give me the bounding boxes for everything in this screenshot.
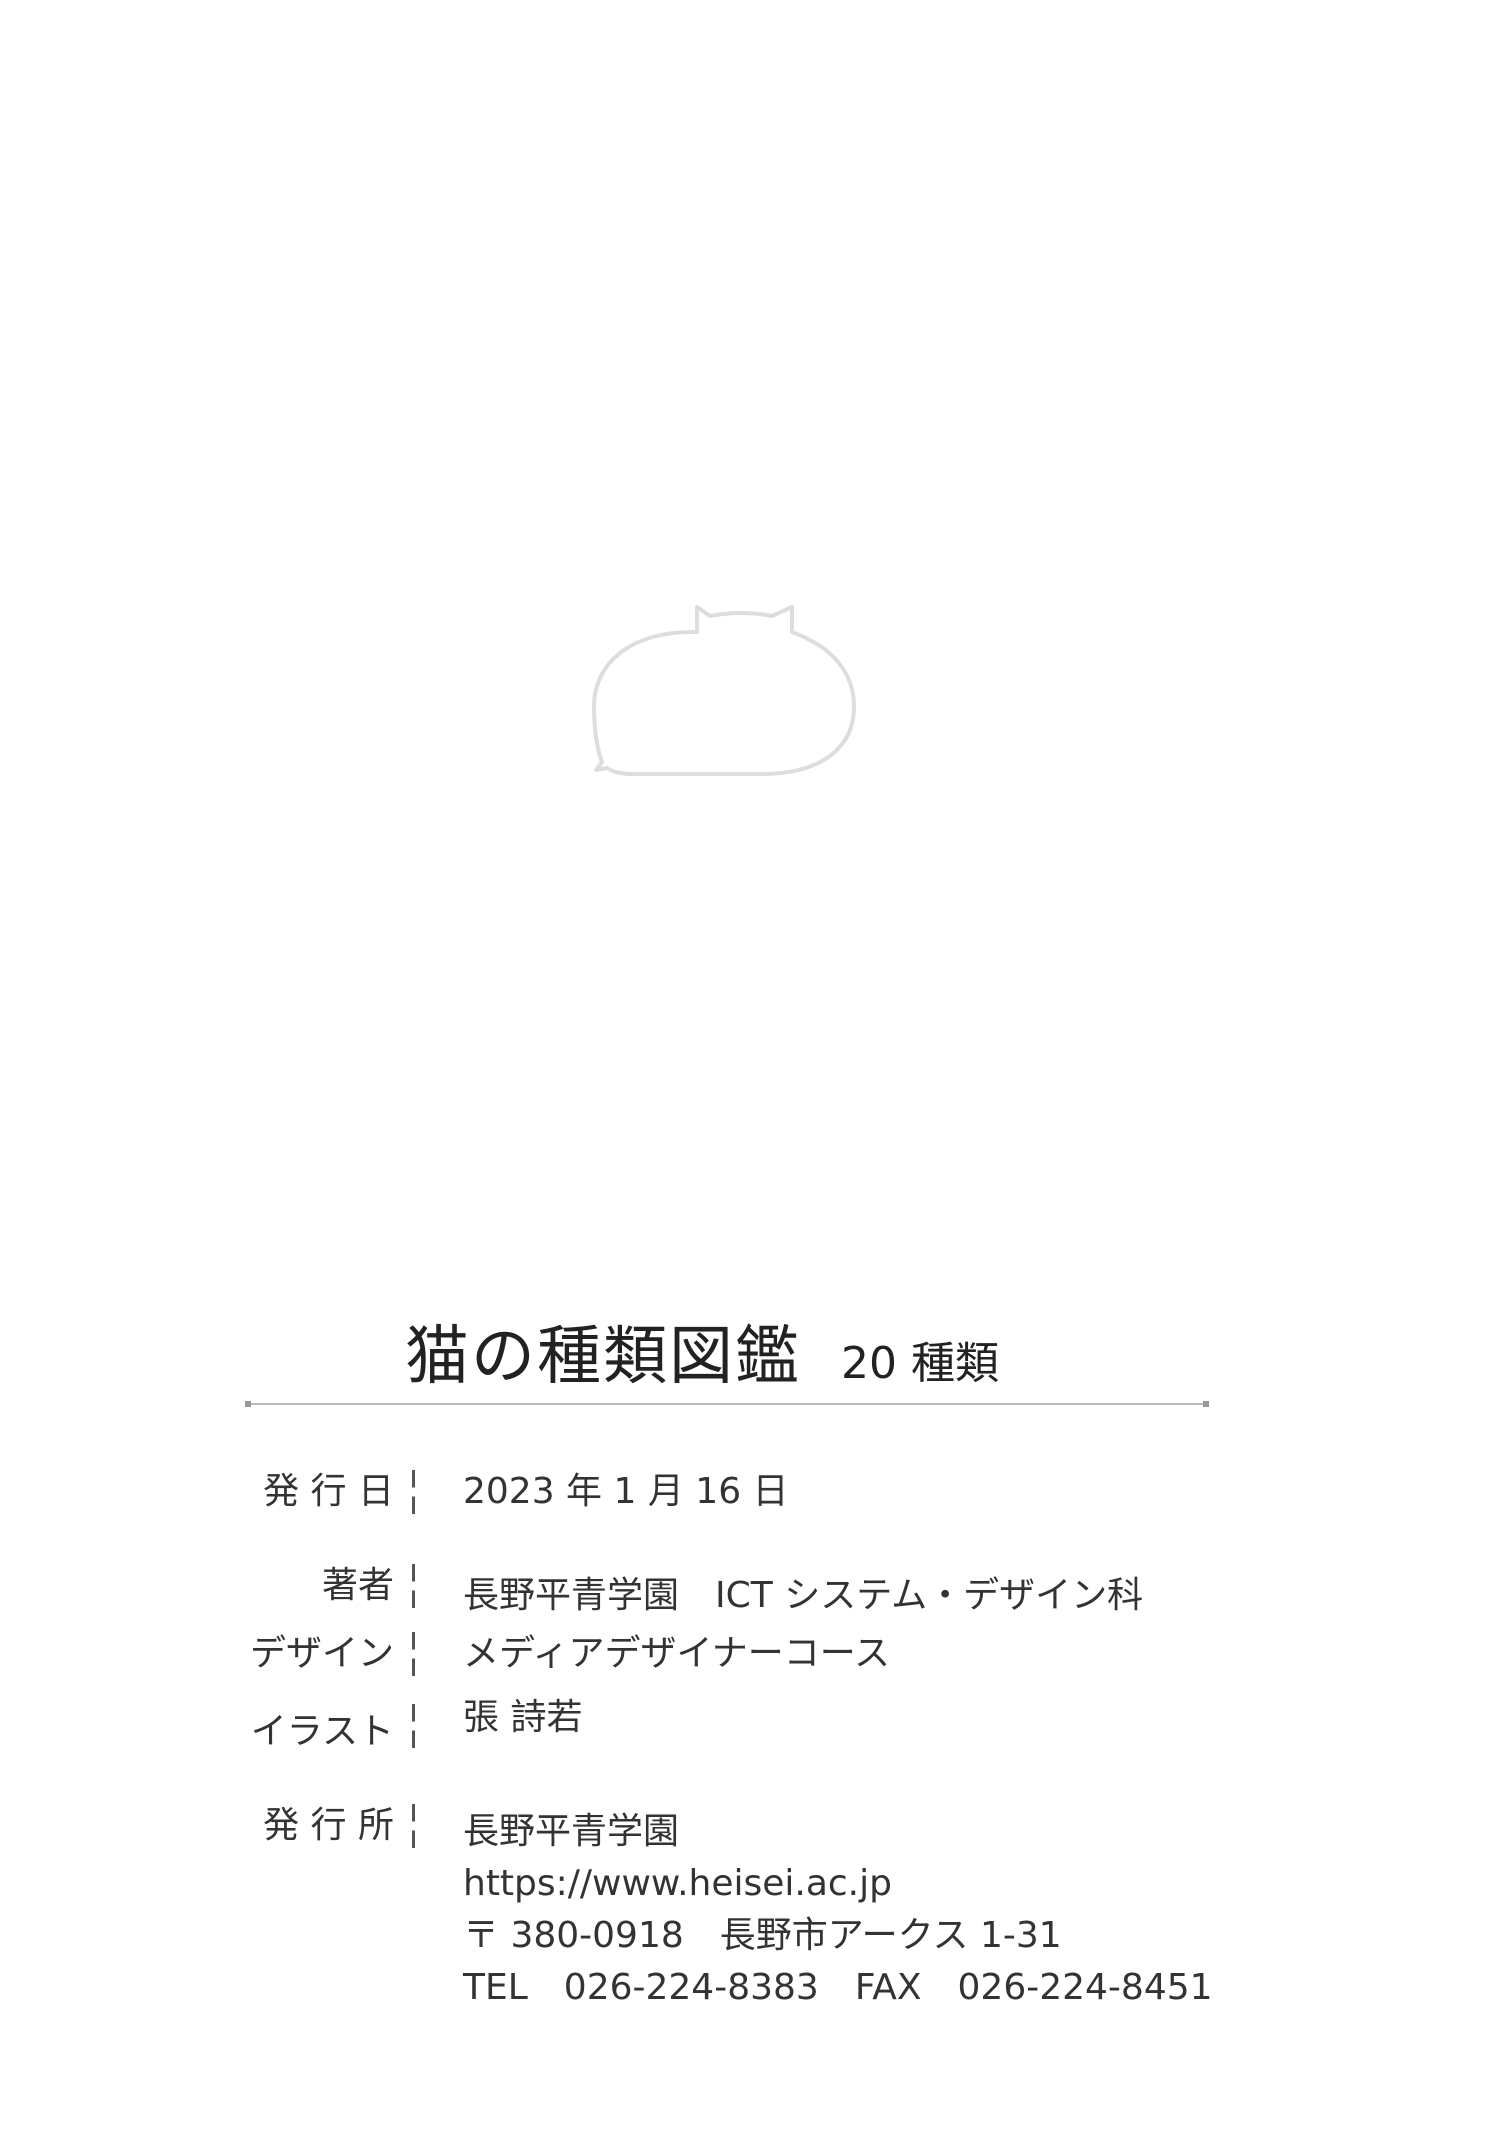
publish-date-label: 発 行 日 bbox=[263, 1471, 394, 1512]
illustration-value: 張 詩若 bbox=[463, 1697, 583, 1738]
publisher-contact: TEL 026-224-8383 FAX 026-224-8451 bbox=[463, 1967, 1213, 2008]
title-divider bbox=[245, 1401, 1209, 1407]
illustration-label: イラスト bbox=[250, 1711, 394, 1752]
design-row: デザイン メディアデザイナーコース bbox=[0, 1628, 1511, 1680]
author-label: 著者 bbox=[321, 1565, 394, 1606]
separator bbox=[412, 1470, 415, 1514]
title-subtitle: 20 種類 bbox=[841, 1338, 999, 1389]
design-label: デザイン bbox=[249, 1633, 394, 1674]
title-main: 猫の種類図鑑 bbox=[405, 1320, 801, 1394]
publisher-name: 長野平青学園 bbox=[463, 1811, 680, 1852]
cat-silhouette-icon bbox=[592, 605, 856, 776]
separator bbox=[412, 1704, 415, 1748]
author-row: 著者 長野平青学園 ICT システム・デザイン科 bbox=[0, 1560, 1511, 1616]
separator bbox=[412, 1632, 415, 1676]
publish-date-value: 2023 年 1 月 16 日 bbox=[463, 1471, 789, 1512]
publisher-row: 発 行 所 長野平青学園 bbox=[0, 1800, 1511, 1852]
document-title: 猫の種類図鑑 20 種類 bbox=[405, 1305, 999, 1397]
publisher-url[interactable]: https://www.heisei.ac.jp bbox=[463, 1858, 892, 1910]
separator bbox=[412, 1564, 415, 1608]
publish-date-row: 発 行 日 2023 年 1 月 16 日 bbox=[0, 1466, 1511, 1518]
illustration-row: イラスト 張 詩若 bbox=[0, 1697, 1511, 1752]
author-value: 長野平青学園 ICT システム・デザイン科 bbox=[463, 1575, 1144, 1616]
separator bbox=[412, 1804, 415, 1848]
publisher-address: 〒 380-0918 長野市アークス 1-31 bbox=[463, 1915, 1062, 1956]
publisher-label: 発 行 所 bbox=[263, 1805, 394, 1846]
design-value: メディアデザイナーコース bbox=[463, 1633, 890, 1674]
